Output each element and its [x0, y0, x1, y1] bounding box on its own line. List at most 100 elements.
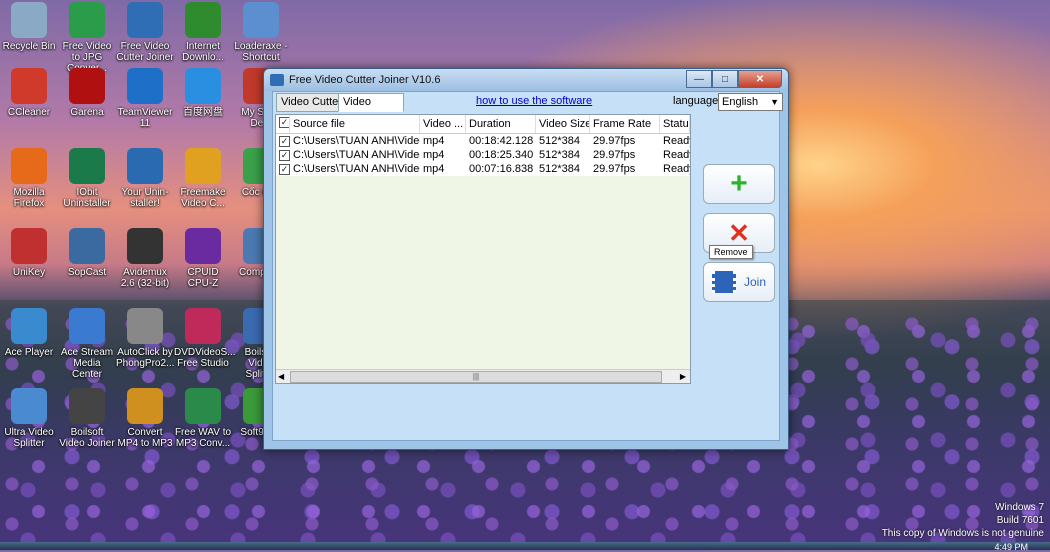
cell-source: C:\Users\TUAN ANH\Video... — [293, 163, 420, 175]
table-header: ✓ Source file Video ... Duration Video S… — [276, 115, 690, 134]
desktop-shortcut[interactable]: Internet Downlo... — [174, 2, 232, 63]
watermark-os: Windows 7 — [995, 502, 1044, 513]
table-row[interactable]: ✓C:\Users\TUAN ANH\Video...mp4 00:18:25.3… — [276, 148, 690, 162]
desktop-shortcut-label: Ace Stream Media Center — [60, 347, 114, 380]
table-row[interactable]: ✓C:\Users\TUAN ANH\Video...mp4 00:07:16.8… — [276, 162, 690, 176]
uninstaller-icon — [127, 148, 163, 184]
table-row[interactable]: ✓C:\Users\TUAN ANH\Video...mp4 00:18:42.1… — [276, 134, 690, 148]
taskbar[interactable]: 4:49 PM — [0, 542, 1050, 552]
sopcast-icon — [69, 228, 105, 264]
idm-icon — [185, 2, 221, 38]
maximize-button[interactable]: □ — [712, 70, 738, 88]
cell-duration: 00:18:25.340 — [469, 149, 534, 161]
windows-watermark: Windows 7 Build 7601 This copy of Window… — [882, 501, 1044, 540]
cell-frame-rate: 29.97fps — [593, 135, 636, 147]
desktop-shortcut[interactable]: Free WAV to MP3 Conv... — [174, 388, 232, 449]
desktop-shortcut[interactable]: Boilsoft Video Joiner — [58, 388, 116, 449]
mp4-to-mp3-icon — [127, 388, 163, 424]
desktop-shortcut[interactable]: 百度网盘 — [174, 68, 232, 118]
language-label: language — [673, 95, 719, 107]
desktop-shortcut-label: Freemake Video C... — [180, 187, 226, 209]
desktop-shortcut-label: IObit Uninstaller — [63, 187, 111, 209]
ace-player-icon — [11, 308, 47, 344]
desktop-shortcut[interactable]: Avidemux 2.6 (32-bit) — [116, 228, 174, 289]
tab-video-joiner[interactable]: Video Joiner — [338, 93, 404, 125]
file-list-table[interactable]: ✓ Source file Video ... Duration Video S… — [275, 114, 691, 384]
desktop-shortcut[interactable]: Garena — [58, 68, 116, 118]
loader-icon — [243, 2, 279, 38]
window-client: Video Cutter Video Joiner how to use the… — [272, 91, 783, 441]
scroll-left-icon[interactable]: ◀ — [278, 370, 284, 383]
desktop-shortcut[interactable]: SopCast — [58, 228, 116, 278]
desktop-shortcut[interactable]: CPUID CPU-Z — [174, 228, 232, 289]
desktop-shortcut-label: Ace Player — [4, 347, 54, 358]
desktop-shortcut[interactable]: Free Video Cutter Joiner — [116, 2, 174, 63]
cell-video: mp4 — [423, 163, 445, 175]
scroll-thumb[interactable]: ||| — [290, 371, 662, 383]
tab-video-cutter[interactable]: Video Cutter — [276, 93, 347, 112]
language-select[interactable]: English ▼ — [718, 93, 783, 111]
row-checkbox[interactable]: ✓ — [276, 134, 290, 148]
window-controls: — □ ✕ — [686, 70, 782, 88]
desktop-shortcut-label: Free WAV to MP3 Conv... — [174, 427, 232, 449]
language-value: English — [722, 96, 759, 108]
cell-video: mp4 — [423, 149, 445, 161]
desktop-shortcut[interactable]: TeamViewer 11 — [116, 68, 174, 129]
film-icon — [711, 271, 736, 293]
desktop-shortcut-label: SopCast — [67, 267, 107, 278]
cell-frame-rate: 29.97fps — [593, 163, 636, 175]
desktop-shortcut-label: Mozilla Firefox — [13, 187, 45, 209]
cell-status: Ready — [663, 163, 690, 175]
desktop-shortcut[interactable]: Recycle Bin — [0, 2, 58, 52]
jpg-converter-icon — [69, 2, 105, 38]
desktop-shortcut-label: Avidemux 2.6 (32-bit) — [120, 267, 170, 289]
column-header-status[interactable]: Status — [660, 115, 690, 133]
column-header-source[interactable]: Source file — [290, 115, 420, 133]
help-link[interactable]: how to use the software — [476, 95, 592, 107]
cell-video-size: 512*384 — [539, 149, 580, 161]
row-checkbox[interactable]: ✓ — [276, 148, 290, 162]
column-header-video[interactable]: Video ... — [420, 115, 466, 133]
watermark-genuine: This copy of Windows is not genuine — [881, 528, 1044, 539]
select-all-checkbox[interactable]: ✓ — [276, 115, 290, 133]
desktop-shortcut[interactable]: CCleaner — [0, 68, 58, 118]
scroll-right-icon[interactable]: ▶ — [680, 370, 686, 383]
taskbar-clock[interactable]: 4:49 PM — [994, 542, 1028, 552]
unikey-icon — [11, 228, 47, 264]
horizontal-scrollbar[interactable]: ◀ ||| ▶ — [276, 369, 690, 383]
cell-frame-rate: 29.97fps — [593, 149, 636, 161]
autoclick-icon — [127, 308, 163, 344]
close-button[interactable]: ✕ — [738, 70, 782, 88]
desktop-shortcut[interactable]: AutoClick by PhongPro2... — [116, 308, 174, 369]
title-bar[interactable]: Free Video Cutter Joiner V10.6 — □ ✕ — [264, 69, 788, 91]
cpuz-icon — [185, 228, 221, 264]
column-header-duration[interactable]: Duration — [466, 115, 536, 133]
desktop-shortcut-label: Convert MP4 to MP3 — [117, 427, 173, 449]
desktop-shortcut[interactable]: IObit Uninstaller — [58, 148, 116, 209]
desktop-shortcut[interactable]: Your Unin-staller! — [116, 148, 174, 209]
minimize-button[interactable]: — — [686, 70, 712, 88]
boilsoft-joiner-icon — [69, 388, 105, 424]
desktop-shortcut-label: Your Unin-staller! — [121, 187, 169, 209]
desktop-shortcut[interactable]: Ultra Video Splitter — [0, 388, 58, 449]
column-header-video-size[interactable]: Video Size — [536, 115, 590, 133]
add-file-button[interactable]: + — [703, 164, 775, 204]
row-checkbox[interactable]: ✓ — [276, 162, 290, 176]
desktop-shortcut[interactable]: UniKey — [0, 228, 58, 278]
desktop-shortcut[interactable]: Convert MP4 to MP3 — [116, 388, 174, 449]
desktop-shortcut[interactable]: DVDVideoS... Free Studio — [174, 308, 236, 369]
desktop-shortcut[interactable]: Loaderaxe - Shortcut — [232, 2, 290, 63]
desktop-shortcut[interactable]: Free Video to JPG Conver... — [58, 2, 116, 74]
window-title: Free Video Cutter Joiner V10.6 — [289, 74, 441, 86]
desktop-shortcut[interactable]: Ace Stream Media Center — [58, 308, 116, 380]
desktop-shortcut[interactable]: Ace Player — [0, 308, 58, 358]
column-header-frame-rate[interactable]: Frame Rate — [590, 115, 660, 133]
desktop-shortcut-label: Boilsoft Video Joiner — [59, 427, 115, 449]
desktop-shortcut[interactable]: Mozilla Firefox — [0, 148, 58, 209]
join-button[interactable]: Join — [703, 262, 775, 302]
desktop-shortcut[interactable]: Freemake Video C... — [174, 148, 232, 209]
desktop-shortcut-label: CCleaner — [7, 107, 51, 118]
table-body: ✓C:\Users\TUAN ANH\Video...mp400:18:42.1… — [276, 134, 690, 176]
remove-icon: ✕ — [728, 217, 750, 248]
cell-duration: 00:18:42.128 — [469, 135, 534, 147]
